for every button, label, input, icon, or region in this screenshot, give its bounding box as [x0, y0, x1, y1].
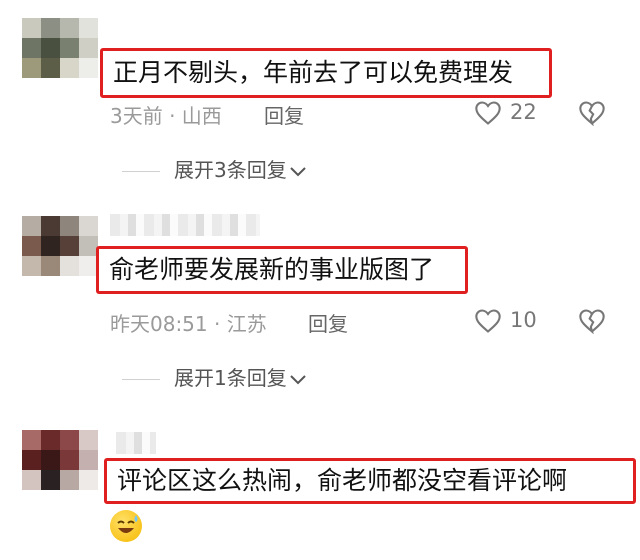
- heart-icon[interactable]: [474, 100, 502, 126]
- divider-line: [122, 379, 160, 380]
- comment-text: 俞老师要发展新的事业版图了: [96, 246, 468, 294]
- comment-item: 俞老师要发展新的事业版图了 昨天08:51 · 江苏 回复 10 展开1条回复: [0, 190, 640, 410]
- expand-label: 展开3条回复: [174, 158, 287, 182]
- comment-text: 评论区这么热闹，俞老师都没空看评论啊: [104, 458, 636, 504]
- expand-replies-button[interactable]: 展开3条回复: [122, 154, 307, 183]
- comment-text: 正月不剔头，年前去了可以免费理发: [100, 48, 552, 98]
- reply-button[interactable]: 回复: [308, 308, 348, 337]
- comment-meta: 昨天08:51 · 江苏: [110, 312, 267, 336]
- comment-meta: 3天前 · 山西: [110, 104, 222, 128]
- expand-label: 展开1条回复: [174, 366, 287, 390]
- expand-replies-button[interactable]: 展开1条回复: [122, 362, 307, 391]
- avatar[interactable]: [22, 18, 98, 78]
- comment-item: 正月不剔头，年前去了可以免费理发 3天前 · 山西 回复 22 展开3条回复: [0, 0, 640, 190]
- broken-heart-icon[interactable]: [578, 308, 606, 334]
- sweat-smile-emoji: [110, 510, 142, 542]
- avatar[interactable]: [22, 216, 98, 276]
- reply-button[interactable]: 回复: [264, 100, 304, 129]
- like-count: 22: [510, 100, 537, 124]
- chevron-down-icon: [290, 374, 306, 384]
- sweat-smile-icon: [117, 515, 138, 533]
- like-count: 10: [510, 308, 537, 332]
- broken-heart-icon[interactable]: [578, 100, 606, 126]
- comment-item: 评论区这么热闹，俞老师都没空看评论啊: [0, 410, 640, 560]
- avatar[interactable]: [22, 430, 98, 490]
- username-blurred: [110, 214, 260, 236]
- divider-line: [122, 171, 160, 172]
- chevron-down-icon: [290, 166, 306, 176]
- heart-icon[interactable]: [474, 308, 502, 334]
- username-blurred: [116, 432, 156, 454]
